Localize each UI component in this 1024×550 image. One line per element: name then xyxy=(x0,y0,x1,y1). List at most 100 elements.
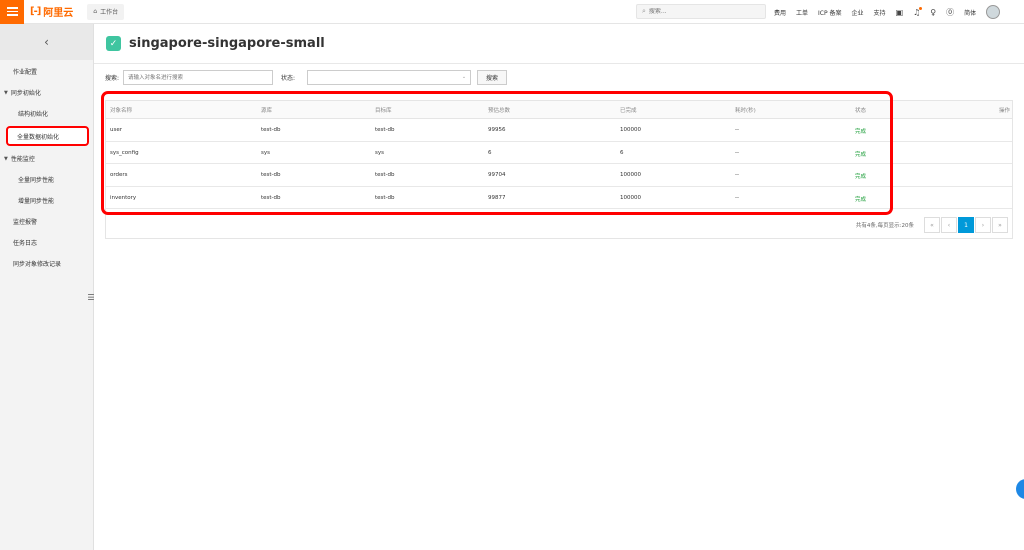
cell-estimated: 99956 xyxy=(488,127,506,133)
lightbulb-icon[interactable]: ♀ xyxy=(930,8,936,17)
col-elapsed: 耗时(秒) xyxy=(735,108,756,114)
table-row: sys_config sys sys 6 6 -- 完成 xyxy=(106,142,1012,164)
cell-completed: 100000 xyxy=(620,127,641,133)
task-status-icon: ✓ xyxy=(106,36,121,51)
help-icon[interactable]: ⓪ xyxy=(946,7,954,18)
col-completed: 已完成 xyxy=(620,108,637,114)
nav-support[interactable]: 支持 xyxy=(874,8,886,17)
sidebar-item-task-logs[interactable]: 任务日志 xyxy=(0,232,93,253)
brand-logo[interactable]: [-] 阿里云 xyxy=(30,4,73,19)
global-search-input[interactable] xyxy=(648,8,749,15)
table-row: user test-db test-db 99956 100000 -- 完成 xyxy=(106,119,1012,142)
hamburger-menu-icon[interactable] xyxy=(0,0,24,24)
cell-object-name: sys_config xyxy=(110,149,139,156)
last-page-button[interactable]: » xyxy=(992,217,1008,233)
page-1-button[interactable]: 1 xyxy=(958,217,974,233)
cell-completed: 100000 xyxy=(620,194,641,201)
cell-source-db: sys xyxy=(261,149,270,156)
cell-completed: 6 xyxy=(620,149,624,156)
top-navigation-bar: [-] 阿里云 ⌂ 工作台 ⌕ 费用 工单 ICP 备案 企业 支持 ▣ ♫ ♀… xyxy=(0,0,1024,24)
col-estimated-total: 预估总数 xyxy=(488,108,511,114)
main-content: ✓ singapore-singapore-small 搜索: 状态: ⌄ 搜索… xyxy=(94,24,1024,550)
language-switch[interactable]: 简体 xyxy=(964,8,976,17)
sidebar-item-incr-sync-perf[interactable]: 增量同步性能 xyxy=(0,190,93,211)
cell-source-db: test-db xyxy=(261,194,281,201)
header-divider xyxy=(94,63,1024,64)
aliyun-logo-icon: [-] xyxy=(30,6,41,17)
status-select[interactable]: ⌄ xyxy=(307,70,472,85)
status-badge: 完成 xyxy=(855,174,867,180)
col-object-name: 对象名称 xyxy=(110,108,133,114)
global-search[interactable]: ⌕ xyxy=(636,4,766,19)
sidebar-group-sync-init[interactable]: ▼ 同步初始化 xyxy=(0,82,93,103)
cell-elapsed: -- xyxy=(735,194,739,201)
prev-page-button[interactable]: ‹ xyxy=(941,217,957,233)
terminal-icon[interactable]: ▣ xyxy=(896,8,904,17)
search-button[interactable]: 搜索 xyxy=(477,70,508,85)
sidebar-item-object-changes[interactable]: 同步对象修改记录 xyxy=(0,253,93,274)
table-header: 对象名称 源库 目标库 预估总数 已完成 耗时(秒) 状态 操作 xyxy=(106,101,1012,119)
sidebar-item-job-config[interactable]: 作业配置 xyxy=(0,61,93,82)
status-badge: 完成 xyxy=(855,196,867,203)
bell-icon[interactable]: ♫ xyxy=(913,6,923,17)
col-source-db: 源库 xyxy=(261,108,273,114)
nav-icp[interactable]: ICP 备案 xyxy=(818,8,842,17)
cell-completed: 100000 xyxy=(620,172,641,178)
cell-object-name: inventory xyxy=(110,194,137,201)
brand-name: 阿里云 xyxy=(43,8,74,19)
status-badge: 完成 xyxy=(855,129,867,135)
object-search-input[interactable] xyxy=(123,70,274,85)
cell-source-db: test-db xyxy=(261,172,281,178)
table-row: orders test-db test-db 99704 100000 -- 完… xyxy=(106,164,1012,187)
sidebar-item-alerts[interactable]: 监控报警 xyxy=(0,211,93,232)
home-icon: ⌂ xyxy=(93,8,98,15)
top-nav-links: 费用 工单 ICP 备案 企业 支持 ▣ ♫ ♀ ⓪ 简体 xyxy=(774,0,1001,24)
first-page-button[interactable]: « xyxy=(924,217,940,233)
cell-object-name: orders xyxy=(110,172,128,178)
table-row: inventory test-db test-db 99877 100000 -… xyxy=(106,187,1012,209)
status-badge: 完成 xyxy=(855,151,867,158)
col-target-db: 目标库 xyxy=(375,108,392,114)
cell-elapsed: -- xyxy=(735,127,739,133)
nav-billing[interactable]: 费用 xyxy=(774,8,786,17)
filter-bar: 搜索: 状态: ⌄ 搜索 xyxy=(105,70,508,85)
caret-down-icon: ▼ xyxy=(4,89,8,96)
sidebar-group-perf-monitor[interactable]: ▼ 性能监控 xyxy=(0,148,93,169)
avatar[interactable] xyxy=(986,5,1001,19)
chevron-down-icon: ⌄ xyxy=(461,74,467,80)
cell-object-name: user xyxy=(110,127,122,133)
cell-estimated: 6 xyxy=(488,149,492,156)
sidebar-item-schema-init[interactable]: 结构初始化 xyxy=(0,103,93,124)
status-label: 状态: xyxy=(281,75,296,82)
cell-elapsed: -- xyxy=(735,172,739,178)
objects-table: 对象名称 源库 目标库 预估总数 已完成 耗时(秒) 状态 操作 user te… xyxy=(105,100,1013,239)
sidebar-group-label: 性能监控 xyxy=(10,156,35,163)
cell-target-db: test-db xyxy=(375,172,395,178)
col-actions: 操作 xyxy=(999,108,1011,114)
workbench-button[interactable]: ⌂ 工作台 xyxy=(87,3,125,20)
search-icon: ⌕ xyxy=(642,7,646,15)
pagination-summary: 共有4条,每页显示:20条 xyxy=(855,223,914,229)
nav-tickets[interactable]: 工单 xyxy=(796,8,808,17)
cell-estimated: 99877 xyxy=(488,194,506,201)
nav-enterprise[interactable]: 企业 xyxy=(852,8,864,17)
pagination: 共有4条,每页显示:20条 « ‹ 1 › » xyxy=(106,214,1012,236)
cell-estimated: 99704 xyxy=(488,172,506,178)
page-title: singapore-singapore-small xyxy=(129,36,325,51)
page-header: ✓ singapore-singapore-small xyxy=(106,36,325,51)
cell-target-db: test-db xyxy=(375,194,395,201)
back-chevron-icon[interactable]: ‹ xyxy=(0,24,93,60)
sidebar: ‹ 作业配置 ▼ 同步初始化 结构初始化 全量数据初始化 ▼ 性能监控 全量同步… xyxy=(0,24,94,550)
sidebar-item-full-data-init[interactable]: 全量数据初始化 xyxy=(6,126,89,146)
cell-source-db: test-db xyxy=(261,127,281,133)
workbench-label: 工作台 xyxy=(100,9,119,16)
sidebar-group-label: 同步初始化 xyxy=(10,90,41,97)
cell-elapsed: -- xyxy=(735,149,739,156)
search-label: 搜索: xyxy=(105,75,120,82)
next-page-button[interactable]: › xyxy=(975,217,991,233)
caret-down-icon: ▼ xyxy=(4,155,8,162)
sidebar-item-full-sync-perf[interactable]: 全量同步性能 xyxy=(0,169,93,190)
cell-target-db: test-db xyxy=(375,127,395,133)
cell-target-db: sys xyxy=(375,149,384,156)
col-status: 状态 xyxy=(855,108,867,114)
